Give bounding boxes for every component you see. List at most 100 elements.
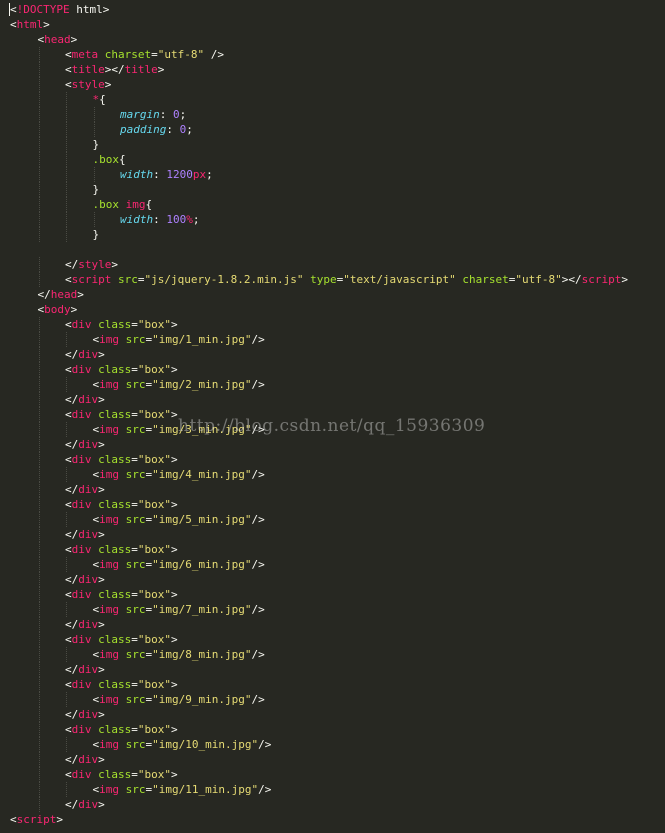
code-token: ;: [206, 168, 213, 181]
code-line[interactable]: <!DOCTYPE html>: [0, 2, 665, 17]
code-line[interactable]: <meta charset="utf-8" />: [0, 47, 665, 62]
code-editor[interactable]: <!DOCTYPE html> <html> <head> <meta charset…: [0, 0, 665, 833]
code-line[interactable]: <img src="img/6_min.jpg"/>: [0, 557, 665, 572]
code-token: "img/5_min.jpg": [152, 513, 252, 526]
code-line[interactable]: <img src="img/4_min.jpg"/>: [0, 467, 665, 482]
code-token: />: [204, 48, 224, 61]
code-token: }: [92, 138, 100, 151]
code-line[interactable]: </div>: [0, 437, 665, 452]
code-line[interactable]: </style>: [0, 257, 665, 272]
code-token: ;: [179, 108, 187, 121]
code-token: "box": [137, 633, 171, 646]
code-line[interactable]: <img src="img/5_min.jpg"/>: [0, 512, 665, 527]
code-line[interactable]: </div>: [0, 617, 665, 632]
code-token: 0: [173, 108, 180, 121]
code-line[interactable]: <div class="box">: [0, 632, 665, 647]
code-line[interactable]: <img src="img/8_min.jpg"/>: [0, 647, 665, 662]
code-line[interactable]: <img src="img/11_min.jpg"/>: [0, 782, 665, 797]
code-token: class: [98, 453, 132, 466]
code-line[interactable]: .box img{: [0, 197, 665, 212]
code-token: >: [98, 438, 105, 451]
code-line[interactable]: <div class="box">: [0, 497, 665, 512]
code-line[interactable]: <div class="box">: [0, 587, 665, 602]
indent-guide: [38, 47, 40, 62]
code-line[interactable]: <img src="img/9_min.jpg"/>: [0, 692, 665, 707]
code-token: =: [151, 48, 158, 61]
code-token: >: [98, 618, 105, 631]
indent-guide: [38, 407, 40, 422]
code-line[interactable]: </head>: [0, 287, 665, 302]
code-line[interactable]: margin: 0;: [0, 107, 665, 122]
indent-guide: [66, 782, 67, 797]
code-line[interactable]: }: [0, 182, 665, 197]
indent-guide: [38, 377, 40, 392]
code-token: =: [137, 273, 145, 286]
code-line[interactable]: width: 100%;: [0, 212, 665, 227]
code-line[interactable]: <div class="box">: [0, 677, 665, 692]
code-line[interactable]: </div>: [0, 527, 665, 542]
code-line[interactable]: width: 1200px;: [0, 167, 665, 182]
code-line[interactable]: <div class="box">: [0, 452, 665, 467]
code-line[interactable]: <img src="img/10_min.jpg"/>: [0, 737, 665, 752]
code-line[interactable]: <title></title>: [0, 62, 665, 77]
code-line[interactable]: <div class="box">: [0, 407, 665, 422]
code-line[interactable]: <div class="box">: [0, 362, 665, 377]
code-line[interactable]: </div>: [0, 752, 665, 767]
indent-guide: [38, 752, 40, 767]
code-line[interactable]: <div class="box">: [0, 542, 665, 557]
code-line[interactable]: <html>: [0, 17, 665, 32]
code-token: >: [70, 33, 78, 46]
code-token: px: [192, 168, 207, 181]
code-line[interactable]: <img src="img/1_min.jpg"/>: [0, 332, 665, 347]
code-token: div: [78, 393, 99, 406]
code-line[interactable]: <div class="box">: [0, 767, 665, 782]
code-token: >: [171, 363, 178, 376]
code-line[interactable]: }: [0, 137, 665, 152]
code-token: </: [65, 528, 79, 541]
code-token: =: [131, 318, 138, 331]
code-line[interactable]: </div>: [0, 347, 665, 362]
code-line[interactable]: <img src="img/2_min.jpg"/>: [0, 377, 665, 392]
indent-guide: [38, 227, 40, 242]
code-token: <: [65, 543, 72, 556]
indent-guide: [38, 632, 40, 647]
code-line[interactable]: *{: [0, 92, 665, 107]
code-lines[interactable]: <!DOCTYPE html> <html> <head> <meta charset…: [0, 2, 665, 827]
code-token: div: [78, 708, 99, 721]
indent-guide: [38, 437, 40, 452]
code-token: =: [131, 408, 138, 421]
code-line[interactable]: </div>: [0, 572, 665, 587]
code-token: </: [65, 618, 79, 631]
code-line[interactable]: </div>: [0, 797, 665, 812]
code-line[interactable]: .box{: [0, 152, 665, 167]
code-token: "box": [137, 363, 171, 376]
indent-guide: [38, 557, 40, 572]
code-line[interactable]: </div>: [0, 392, 665, 407]
code-line[interactable]: }: [0, 227, 665, 242]
indent-guide: [38, 212, 40, 227]
code-line[interactable]: <img src="img/3_min.jpg"/>: [0, 422, 665, 437]
code-line[interactable]: <script>: [0, 812, 665, 827]
indent-guide: [38, 137, 40, 152]
code-line[interactable]: </div>: [0, 482, 665, 497]
code-line[interactable]: <style>: [0, 77, 665, 92]
code-line[interactable]: </div>: [0, 707, 665, 722]
code-line[interactable]: </div>: [0, 662, 665, 677]
indent-guide: [66, 512, 67, 527]
code-token: img: [99, 648, 119, 661]
code-line[interactable]: <img src="img/7_min.jpg"/>: [0, 602, 665, 617]
code-token: class: [98, 588, 132, 601]
code-line[interactable]: padding: 0;: [0, 122, 665, 137]
code-line[interactable]: <script src="js/jquery-1.8.2.min.js" typ…: [0, 272, 665, 287]
indent-guide: [66, 107, 67, 122]
code-line[interactable]: [0, 242, 665, 257]
indent-guide: [38, 617, 40, 632]
code-line[interactable]: <head>: [0, 32, 665, 47]
code-line[interactable]: <div class="box">: [0, 722, 665, 737]
code-token: "box": [137, 588, 171, 601]
code-line[interactable]: <body>: [0, 302, 665, 317]
code-line[interactable]: <div class="box">: [0, 317, 665, 332]
